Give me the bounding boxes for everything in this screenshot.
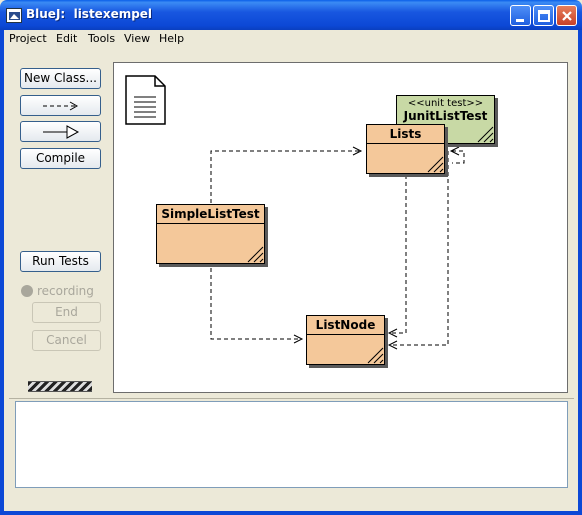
hatch-mark-icon	[247, 246, 264, 263]
recording-indicator-icon	[21, 285, 33, 297]
minimize-button[interactable]	[510, 5, 531, 26]
maximize-button[interactable]	[533, 5, 554, 26]
window-title: BlueJ: listexempel	[26, 7, 152, 21]
class-name: JunitListTest	[403, 109, 488, 123]
menu-view[interactable]: View	[124, 32, 150, 45]
hatch-mark-icon	[477, 126, 494, 143]
message-text-area[interactable]	[15, 401, 568, 488]
menu-project[interactable]: Project	[9, 32, 47, 45]
window-border-left	[0, 30, 4, 515]
inheritance-arrow-icon	[43, 125, 80, 139]
window-border-right	[578, 30, 582, 515]
run-tests-button[interactable]: Run Tests	[20, 251, 101, 272]
new-class-button[interactable]: New Class...	[20, 68, 101, 89]
inherits-arrow-button[interactable]	[20, 121, 101, 142]
class-lists[interactable]: Lists	[366, 124, 445, 174]
close-icon	[562, 11, 572, 21]
app-name: BlueJ:	[26, 7, 66, 21]
divider	[9, 398, 574, 399]
class-simplelisttest[interactable]: SimpleListTest	[156, 204, 265, 264]
menu-help[interactable]: Help	[159, 32, 184, 45]
end-button[interactable]: End	[32, 302, 101, 323]
compile-button[interactable]: Compile	[20, 148, 101, 169]
recording-label: recording	[37, 284, 94, 298]
menu-edit[interactable]: Edit	[56, 32, 77, 45]
hatch-mark-icon	[427, 156, 444, 173]
project-name: listexempel	[73, 7, 153, 21]
readme-document-icon[interactable]	[125, 75, 169, 127]
hatch-mark-icon	[367, 347, 384, 364]
window-titlebar[interactable]: BlueJ: listexempel	[0, 0, 582, 30]
class-listnode[interactable]: ListNode	[306, 315, 385, 365]
class-name: SimpleListTest	[157, 205, 264, 224]
class-diagram-canvas[interactable]: <<unit test>> JunitListTest Lists Simple…	[113, 62, 568, 393]
machine-status-indicator	[28, 381, 92, 392]
uses-arrow-button[interactable]	[20, 95, 101, 116]
class-name: ListNode	[307, 316, 384, 335]
class-stereotype: <<unit test>>	[407, 98, 484, 109]
class-name: Lists	[367, 125, 444, 144]
window-border-bottom	[0, 511, 582, 515]
menu-bar: Project Edit Tools View Help	[4, 30, 578, 49]
menu-tools[interactable]: Tools	[88, 32, 115, 45]
bluej-app-icon	[6, 8, 22, 23]
minimize-icon	[516, 19, 524, 22]
cancel-button[interactable]: Cancel	[32, 330, 101, 351]
dashed-arrow-icon	[43, 101, 79, 111]
maximize-icon	[538, 10, 550, 22]
close-button[interactable]	[556, 5, 577, 26]
